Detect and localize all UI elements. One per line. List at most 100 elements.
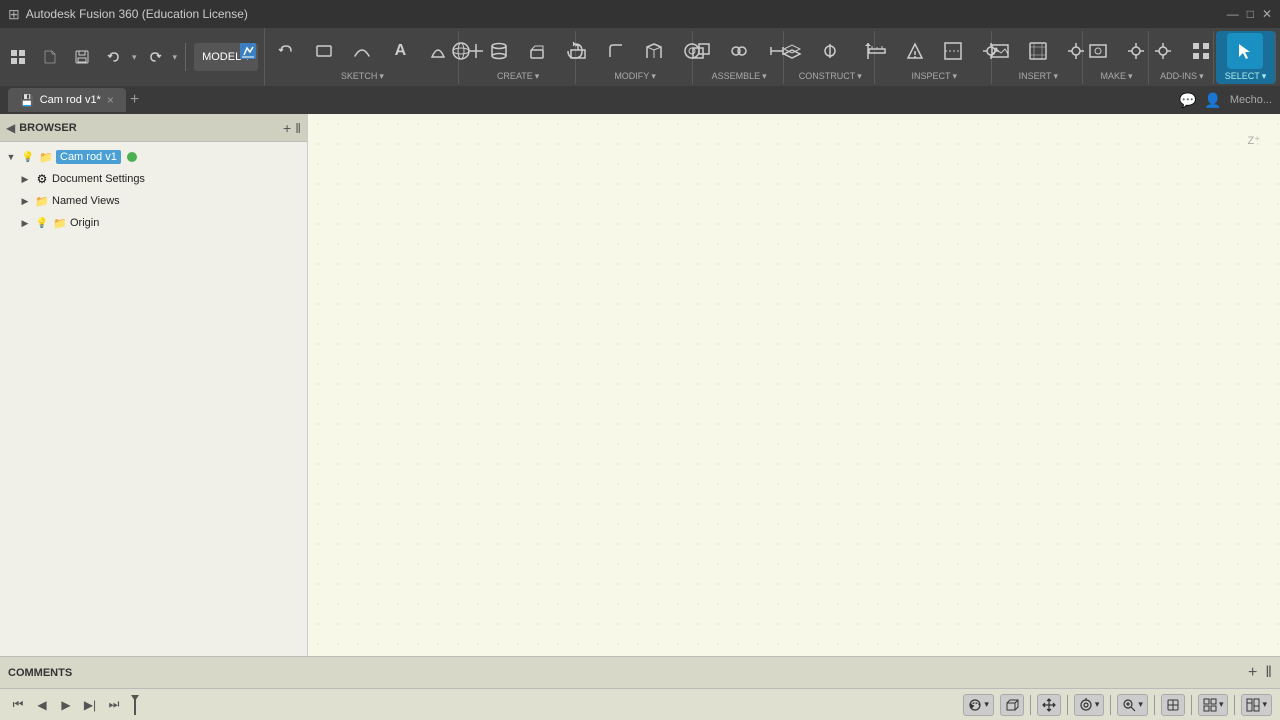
vp-separator-5 xyxy=(1191,695,1192,715)
tree-item-root[interactable]: ▼ 💡 📁 Cam rod v1 xyxy=(0,146,307,168)
user-icon[interactable]: 👤 xyxy=(1204,92,1221,109)
comments-bar: COMMENTS + ‖ xyxy=(0,656,1280,688)
insert-canvas-button[interactable] xyxy=(1020,33,1056,69)
tab-right-actions: 💬 👤 Mecho... xyxy=(1179,92,1272,109)
extrude-tool-button[interactable] xyxy=(519,33,555,69)
notifications-icon[interactable]: 💬 xyxy=(1179,92,1196,109)
tab-list: 💾 Cam rod v1* × + xyxy=(8,88,139,112)
browser-separator-button[interactable]: ‖ xyxy=(295,120,301,136)
display-settings-button[interactable]: ▾ xyxy=(1241,694,1272,716)
main-toolbar: ▾ ▾ MODEL ▾ xyxy=(0,28,1280,86)
press-pull-button[interactable] xyxy=(560,33,596,69)
timeline-play-button[interactable]: ▶ xyxy=(56,695,76,715)
zoom-button[interactable]: ▾ xyxy=(1117,694,1148,716)
tree-item-named-views[interactable]: ▶ 📁 Named Views xyxy=(0,190,307,212)
main-area: ◀ BROWSER + ‖ ▼ 💡 📁 Cam rod v1 xyxy=(0,114,1280,656)
grid-toggle-button[interactable]: ▾ xyxy=(1198,694,1229,716)
addins-label[interactable]: ADD-INS ▾ xyxy=(1160,71,1204,82)
home-view-button[interactable] xyxy=(1000,694,1024,716)
fillet-button[interactable] xyxy=(598,33,634,69)
rectangle-tool-button[interactable] xyxy=(306,33,342,69)
make-image-button[interactable] xyxy=(1080,33,1116,69)
tree-item-origin[interactable]: ▶ 💡 📁 Origin xyxy=(0,212,307,234)
assemble-arrow-icon: ▾ xyxy=(762,71,767,82)
undo-button[interactable] xyxy=(100,43,128,71)
orbit-button[interactable]: ▾ xyxy=(963,694,994,716)
look-button[interactable]: ▾ xyxy=(1074,694,1105,716)
inspect-label[interactable]: INSPECT ▾ xyxy=(912,71,958,82)
measure-button[interactable] xyxy=(859,33,895,69)
assemble-label[interactable]: ASSEMBLE ▾ xyxy=(712,71,767,82)
offset-plane-button[interactable] xyxy=(774,33,810,69)
addins-grid-button[interactable] xyxy=(1183,33,1219,69)
redo-button[interactable] xyxy=(141,43,169,71)
insert-icons xyxy=(982,33,1094,69)
pan-button[interactable] xyxy=(1037,694,1061,716)
browser-header-left: ◀ BROWSER xyxy=(6,121,77,135)
named-views-folder-icon: 📁 xyxy=(34,193,50,209)
joint-button[interactable] xyxy=(721,33,757,69)
make-section: MAKE ▾ xyxy=(1085,31,1148,84)
inspect-arrow-icon: ▾ xyxy=(953,71,958,82)
insert-label[interactable]: INSERT ▾ xyxy=(1019,71,1058,82)
view-style-button[interactable] xyxy=(1161,694,1185,716)
vp-separator-3 xyxy=(1110,695,1111,715)
construct-arrow-icon: ▾ xyxy=(857,71,862,82)
undo-arrow[interactable]: ▾ xyxy=(132,52,137,63)
modify-label[interactable]: MODIFY ▾ xyxy=(614,71,656,82)
origin-expand-icon[interactable]: ▶ xyxy=(18,216,32,230)
browser-tree: ▼ 💡 📁 Cam rod v1 ▶ ⚙ Document Settings ▶… xyxy=(0,142,307,656)
doc-settings-expand-icon[interactable]: ▶ xyxy=(18,172,32,186)
interference-button[interactable] xyxy=(897,33,933,69)
make-icons xyxy=(1080,33,1154,69)
close-icon[interactable]: ✕ xyxy=(1262,7,1272,21)
select-arrow-icon: ▾ xyxy=(1262,71,1267,82)
timeline-controls: ⏮ ◀ ▶ ▶| ⏭ xyxy=(8,695,142,715)
viewport-canvas[interactable]: Z⁺ xyxy=(308,114,1280,656)
sphere-tool-button[interactable] xyxy=(443,33,479,69)
browser-collapse-button[interactable]: ◀ xyxy=(6,121,15,135)
create-label[interactable]: CREATE ▾ xyxy=(497,71,539,82)
tree-item-doc-settings[interactable]: ▶ ⚙ Document Settings xyxy=(0,168,307,190)
tab-add-button[interactable]: + xyxy=(130,91,139,109)
shell-button[interactable] xyxy=(636,33,672,69)
make-label[interactable]: MAKE ▾ xyxy=(1101,71,1133,82)
maximize-icon[interactable]: □ xyxy=(1247,7,1254,21)
browser-add-button[interactable]: + xyxy=(283,120,291,136)
tab-bar: 💾 Cam rod v1* × + 💬 👤 Mecho... xyxy=(0,86,1280,114)
minimize-icon[interactable]: — xyxy=(1227,7,1239,21)
cylinder-tool-button[interactable] xyxy=(481,33,517,69)
arc-tool-button[interactable] xyxy=(344,33,380,69)
file-button[interactable] xyxy=(36,43,64,71)
save-button[interactable] xyxy=(68,43,96,71)
active-tab[interactable]: 💾 Cam rod v1* × xyxy=(8,88,126,112)
select-label[interactable]: SELECT ▾ xyxy=(1225,71,1267,82)
timeline-prev-button[interactable]: ◀ xyxy=(32,695,52,715)
sketch-undo-button[interactable] xyxy=(268,33,304,69)
browser-actions: + ‖ xyxy=(283,120,301,136)
new-component-button[interactable] xyxy=(683,33,719,69)
timeline-next-button[interactable]: ▶| xyxy=(80,695,100,715)
root-label: Cam rod v1 xyxy=(56,150,121,164)
named-views-expand-icon[interactable]: ▶ xyxy=(18,194,32,208)
timeline-start-button[interactable]: ⏮ xyxy=(8,695,28,715)
redo-arrow[interactable]: ▾ xyxy=(173,52,178,63)
comments-add-button[interactable]: + xyxy=(1248,664,1257,682)
section-analysis-button[interactable] xyxy=(935,33,971,69)
root-expand-icon[interactable]: ▼ xyxy=(4,150,18,164)
select-tool-button[interactable] xyxy=(1227,33,1263,69)
comments-separator-button[interactable]: ‖ xyxy=(1265,664,1272,682)
tab-close-button[interactable]: × xyxy=(107,93,114,107)
addins-settings-button[interactable] xyxy=(1145,33,1181,69)
text-tool-button[interactable]: A xyxy=(382,33,418,69)
insert-image-button[interactable] xyxy=(982,33,1018,69)
midplane-button[interactable] xyxy=(812,33,848,69)
grid-menu-button[interactable] xyxy=(4,43,32,71)
sketch-label[interactable]: SKETCH ▾ xyxy=(341,71,384,82)
timeline-end-button[interactable]: ⏭ xyxy=(104,695,124,715)
create-arrow-icon: ▾ xyxy=(535,71,540,82)
vp-separator-1 xyxy=(1030,695,1031,715)
tab-title: Cam rod v1* xyxy=(40,94,101,106)
sketch-tool-button[interactable] xyxy=(230,33,266,69)
construct-label[interactable]: CONSTRUCT ▾ xyxy=(799,71,862,82)
